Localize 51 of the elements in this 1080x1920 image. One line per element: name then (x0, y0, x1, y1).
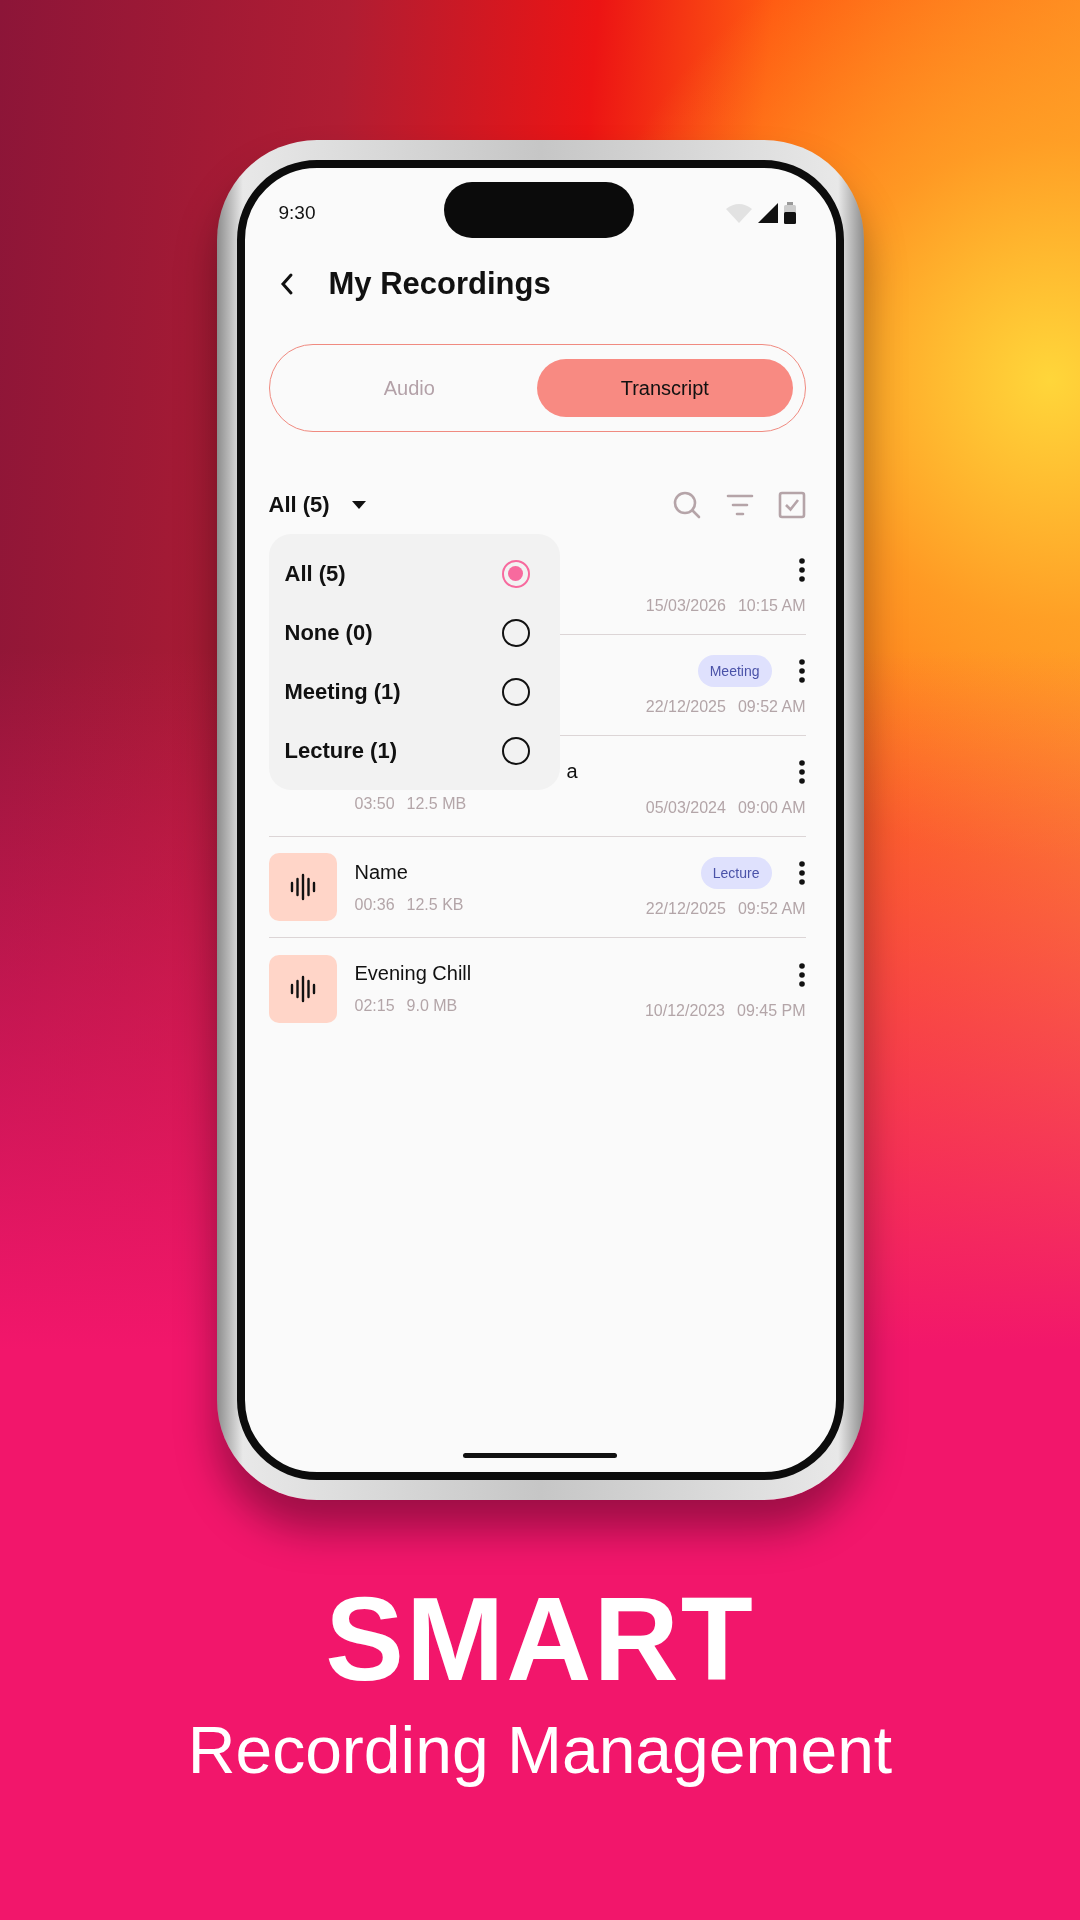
radio-button[interactable] (501, 677, 530, 706)
recording-date: 15/03/2026 (645, 597, 726, 615)
signal-icon (757, 203, 778, 223)
promo-headline: SMART (325, 1580, 755, 1698)
recording-size: 12.5 MB (406, 794, 467, 813)
option-label: Meeting (1) (284, 678, 401, 705)
category-tag: Meeting (697, 655, 772, 687)
filter-option[interactable]: All (5) (268, 544, 560, 603)
filter-option[interactable]: Lecture (1) (268, 721, 560, 780)
recording-duration: 00:36 (354, 895, 395, 914)
back-icon[interactable] (278, 272, 295, 296)
recording-date: 22/12/2025 (645, 900, 726, 918)
filter-option[interactable]: None (0) (268, 603, 560, 662)
recording-time: 09:52 AM (737, 698, 806, 716)
more-icon[interactable] (797, 860, 806, 886)
more-icon[interactable] (797, 961, 806, 988)
more-icon[interactable] (797, 759, 806, 785)
recording-date: 22/12/2025 (645, 698, 726, 716)
filter-dropdown[interactable]: All (5) (268, 492, 366, 518)
waveform-icon (268, 853, 337, 921)
option-label: Lecture (1) (284, 737, 397, 764)
recording-title: Evening Chill (354, 962, 472, 985)
filter-option[interactable]: Meeting (1) (268, 662, 560, 721)
status-time: 9:30 (278, 202, 316, 224)
recording-duration: 02:15 (354, 997, 395, 1015)
promo-subtitle: Recording Management (187, 1712, 893, 1788)
option-label: All (5) (284, 560, 346, 587)
recording-date: 05/03/2024 (645, 799, 726, 817)
recording-time: 09:45 PM (737, 1001, 806, 1020)
radio-button[interactable] (501, 618, 530, 647)
more-icon[interactable] (797, 658, 806, 684)
recording-title: a (566, 759, 578, 783)
recording-size: 9.0 MB (406, 997, 458, 1015)
recording-time: 09:00 AM (737, 799, 806, 817)
recording-time: 09:52 AM (737, 900, 806, 918)
recording-time: 10:15 AM (737, 597, 806, 615)
recording-title: Name (354, 860, 409, 884)
recording-size: 12.5 KB (406, 895, 464, 914)
screen-title: My Recordings (328, 266, 551, 302)
recording-date: 10/12/2023 (644, 1001, 725, 1020)
caret-icon (351, 501, 366, 509)
tab[interactable]: Transcript (537, 359, 793, 417)
more-icon[interactable] (797, 557, 806, 583)
radio-button[interactable] (501, 736, 530, 765)
waveform-icon (268, 954, 337, 1023)
battery-icon (783, 202, 796, 224)
recording-duration: 03:50 (354, 794, 395, 813)
option-label: None (0) (284, 619, 373, 646)
radio-button[interactable] (501, 559, 530, 588)
wifi-icon (725, 203, 752, 223)
category-tag: Lecture (700, 857, 772, 889)
